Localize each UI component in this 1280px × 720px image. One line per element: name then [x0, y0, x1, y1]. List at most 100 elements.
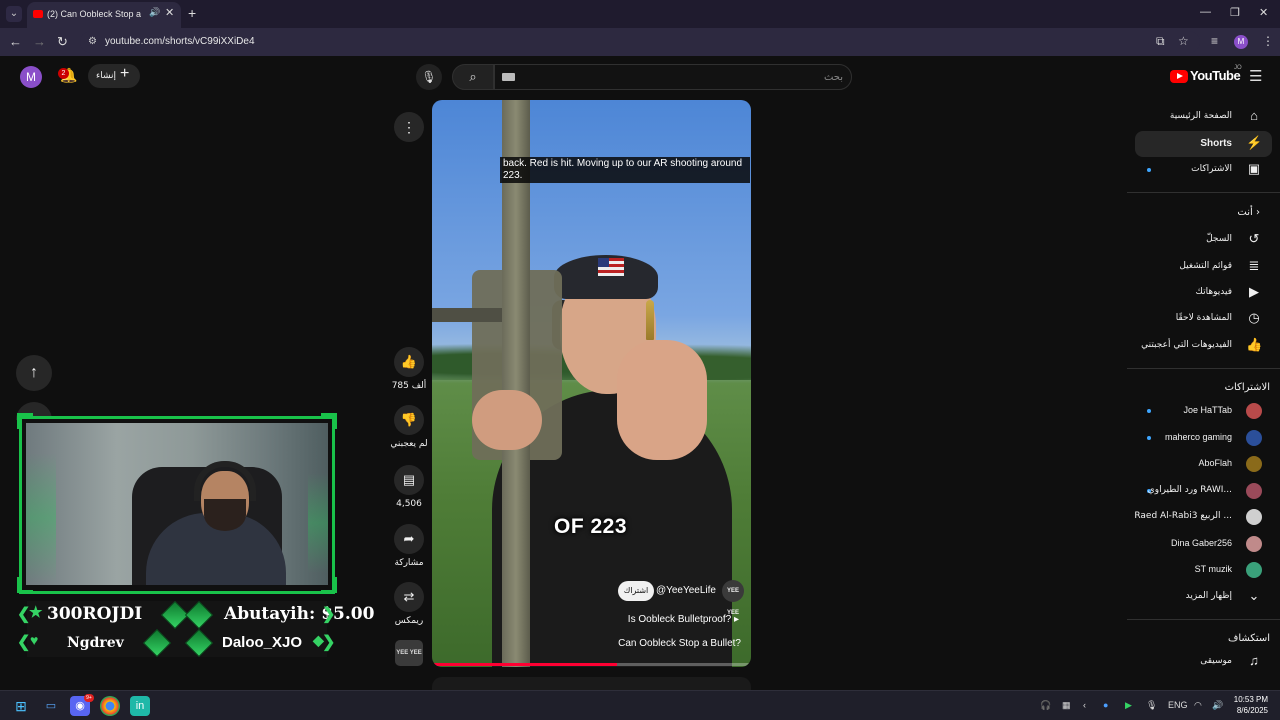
- more-options-icon[interactable]: ⋮: [394, 112, 424, 142]
- tray-play-icon[interactable]: ▶: [1125, 700, 1132, 711]
- wifi-icon[interactable]: ◠: [1194, 700, 1202, 711]
- sidebar-sub-item[interactable]: AboFlah: [1135, 451, 1272, 477]
- youtube-favicon-icon: [33, 10, 43, 18]
- frame-corner: [17, 577, 33, 593]
- browser-menu-icon[interactable]: ⋮: [1262, 34, 1274, 48]
- new-content-dot: [1147, 409, 1151, 413]
- discord-badge: 9+: [84, 694, 94, 702]
- divider: [1127, 619, 1280, 620]
- sidebar-item-watch-later[interactable]: المشاهدة لاحقًا ◷: [1135, 306, 1272, 332]
- sidebar-item-your-videos[interactable]: فيديوهاتك ▶: [1135, 280, 1272, 306]
- sidebar-item-liked[interactable]: الفيديوهات التي أعجبتني 👍: [1135, 333, 1272, 359]
- tray-app-icon[interactable]: ▦: [1062, 700, 1071, 711]
- input-language[interactable]: ENG: [1168, 700, 1188, 710]
- video-title[interactable]: Can Oobleck Stop a Bullet?: [618, 638, 741, 649]
- tab-list-button[interactable]: ⌄: [6, 6, 22, 22]
- donor-name: 300ROJDI: [47, 604, 143, 624]
- back-icon[interactable]: ←: [9, 34, 22, 49]
- frame-corner: [321, 413, 337, 429]
- short-video-player[interactable]: back. Red is hit. Moving up to our AR sh…: [432, 100, 751, 667]
- task-view-icon[interactable]: ▭: [41, 696, 61, 716]
- playlist-link[interactable]: Is Oobleck Bulletproof? ▸: [628, 614, 739, 625]
- sidebar-item-home[interactable]: الصفحة الرئيسية ⌂: [1135, 104, 1272, 130]
- sidebar-sub-item[interactable]: Raed Al-Rabi3 الربيع ...: [1134, 504, 1272, 530]
- channel-avatar[interactable]: YEE YEE: [722, 580, 744, 616]
- channel-name[interactable]: @YeeYeeLife: [656, 585, 716, 596]
- thumbs-up-icon[interactable]: 👍: [394, 347, 424, 377]
- remix-action: ⇄ ريمكس: [394, 582, 424, 626]
- search-icon[interactable]: ⌕: [452, 64, 494, 90]
- sidebar-item-shorts[interactable]: Shorts ⚡: [1135, 131, 1272, 157]
- site-info-icon[interactable]: ⚙: [88, 36, 97, 47]
- sidebar-sub-item[interactable]: ورد الطيراوي RAWI...: [1135, 478, 1272, 504]
- tray-app-icon[interactable]: ‹: [1083, 700, 1086, 710]
- share-action: ➦ مشاركة: [394, 524, 424, 568]
- sound-thumbnail[interactable]: YEE YEE: [395, 640, 423, 666]
- chrome-icon[interactable]: [100, 696, 120, 716]
- clock-time[interactable]: 10:53 PM: [1234, 695, 1268, 704]
- speaker-icon[interactable]: 🔊: [149, 7, 160, 18]
- sidebar-you-heading[interactable]: أنت ›: [1135, 200, 1272, 226]
- app-icon[interactable]: in: [130, 696, 150, 716]
- hamburger-menu-icon[interactable]: ☰: [1249, 67, 1262, 85]
- sidebar-item-label: ST muzik: [1194, 564, 1232, 574]
- tray-app-icon[interactable]: ●: [1103, 700, 1108, 710]
- install-app-icon[interactable]: ⧉: [1156, 34, 1165, 49]
- frame-corner: [17, 413, 33, 429]
- windows-start-icon[interactable]: ⊞: [11, 696, 31, 716]
- webcam-frame: [19, 416, 335, 594]
- volume-icon[interactable]: 🔊: [1212, 700, 1223, 711]
- sidebar-sub-item[interactable]: maherco gaming: [1135, 425, 1272, 451]
- sidebar-item-label: الفيديوهات التي أعجبتني: [1141, 340, 1232, 350]
- close-tab-icon[interactable]: ✕: [165, 6, 174, 19]
- forward-icon[interactable]: →: [33, 34, 46, 49]
- comment-icon[interactable]: ▤: [394, 465, 424, 495]
- channel-avatar: [1246, 403, 1262, 419]
- share-icon[interactable]: ➦: [394, 524, 424, 554]
- history-icon: ↺: [1248, 231, 1260, 246]
- sidebar-sub-item[interactable]: Joe HaTTab: [1135, 398, 1272, 424]
- keyboard-icon[interactable]: [502, 73, 515, 81]
- url-text[interactable]: youtube.com/shorts/vC99iXXiDe4: [105, 36, 255, 47]
- flag-patch-icon: [598, 258, 624, 276]
- video-progress-bar[interactable]: [432, 663, 751, 666]
- sidebar-sub-item[interactable]: ST muzik: [1135, 557, 1272, 583]
- search-input[interactable]: [523, 69, 843, 85]
- search-box[interactable]: [494, 64, 852, 90]
- sidebar-item-history[interactable]: السجلّ ↺: [1135, 227, 1272, 253]
- donor-name: Abutayih: $5.00: [224, 604, 375, 624]
- browser-profile-avatar[interactable]: M: [1234, 35, 1248, 49]
- next-short-preview[interactable]: [432, 677, 751, 690]
- frame-corner: [321, 577, 337, 593]
- bookmark-star-icon[interactable]: ☆: [1178, 34, 1189, 48]
- show-more-button[interactable]: إظهار المزيد ⌄: [1135, 584, 1272, 610]
- sidebar-item-subscriptions[interactable]: الاشتراكات ▣: [1135, 157, 1272, 183]
- headphones-icon[interactable]: 🎧: [1040, 700, 1051, 711]
- previous-short-button[interactable]: ↑: [16, 355, 52, 391]
- create-button[interactable]: إنشاء +: [88, 64, 140, 88]
- account-avatar[interactable]: M: [20, 66, 42, 88]
- minimize-icon[interactable]: —: [1200, 6, 1211, 18]
- address-bar[interactable]: ⚙ youtube.com/shorts/vC99iXXiDe4: [80, 31, 1200, 53]
- webcam-feed: [26, 423, 328, 585]
- microphone-icon[interactable]: 🎙: [416, 64, 442, 90]
- channel-avatar: [1246, 483, 1262, 499]
- microphone-icon[interactable]: 🎙: [1146, 700, 1157, 711]
- media-controls-icon[interactable]: ≡: [1211, 34, 1218, 48]
- sidebar-item-label: الاشتراكات: [1191, 164, 1232, 174]
- subscribe-button[interactable]: اشتراك: [618, 581, 654, 601]
- sidebar-sub-item[interactable]: Dina Gaber256: [1135, 531, 1272, 557]
- thumbs-down-icon[interactable]: 👎: [394, 405, 424, 435]
- sidebar-item-label: maherco gaming: [1164, 432, 1232, 442]
- close-window-icon[interactable]: ✕: [1259, 6, 1268, 19]
- remix-label: ريمكس: [394, 616, 424, 626]
- sidebar-item-label: ورد الطيراوي RAWI...: [1147, 485, 1232, 495]
- restore-icon[interactable]: ❐: [1230, 6, 1240, 19]
- reload-icon[interactable]: ↻: [57, 34, 68, 50]
- new-tab-icon[interactable]: +: [188, 5, 196, 21]
- sidebar-item-playlists[interactable]: قوائم التشغيل ≣: [1135, 254, 1272, 280]
- clock-date[interactable]: 8/6/2025: [1237, 706, 1268, 715]
- sidebar-item-music[interactable]: موسيقى ♫: [1135, 649, 1272, 675]
- remix-icon[interactable]: ⇄: [394, 582, 424, 612]
- active-tab[interactable]: (2) Can Oobleck Stop a Bull 🔊 ✕: [27, 2, 181, 28]
